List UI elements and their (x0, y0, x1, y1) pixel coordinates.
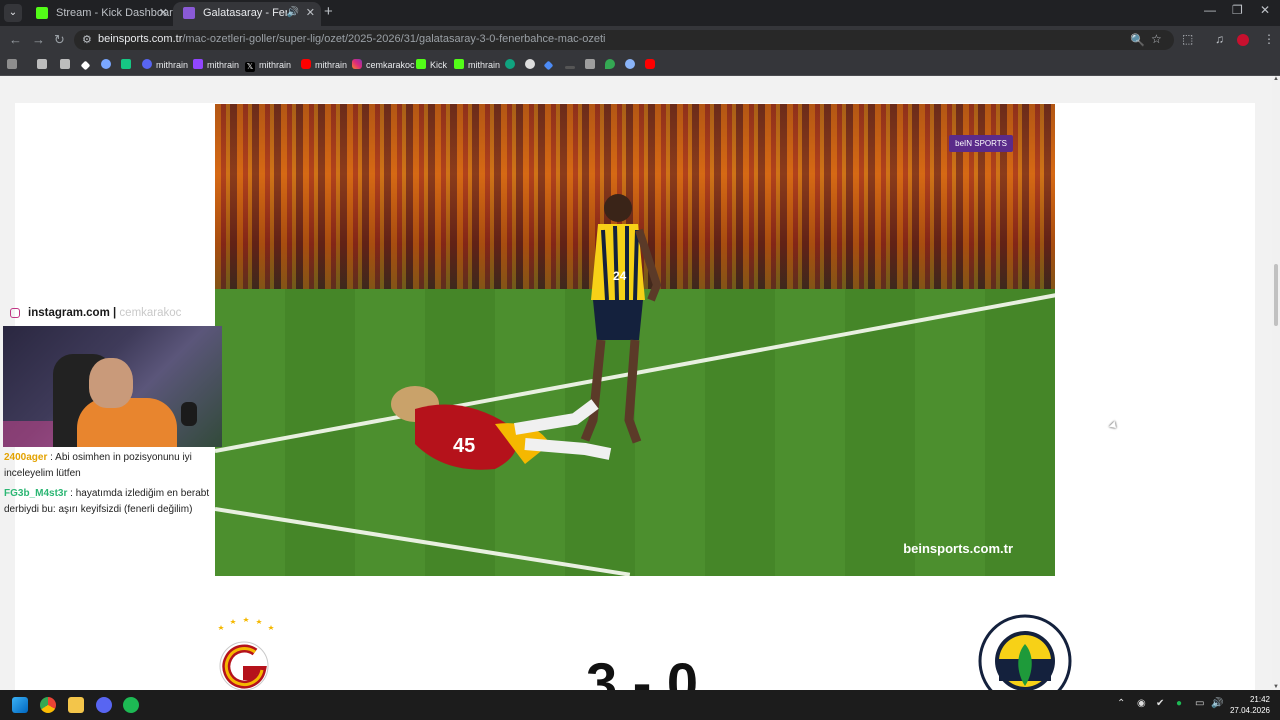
streamer-body (77, 398, 177, 447)
square-icon[interactable] (121, 57, 135, 73)
close-tab-icon[interactable]: ✕ (159, 2, 168, 24)
tab-search-icon[interactable]: ⌄ (4, 4, 22, 22)
address-bar[interactable]: ⚙ beinsports.com.tr/mac-ozetleri-goller/… (74, 30, 1174, 50)
network-icon[interactable]: ▭ (1195, 698, 1204, 709)
kick-icon (454, 59, 464, 69)
video-player[interactable]: 24 45 beIN SPORTS beinsports.com.tr (215, 104, 1055, 576)
bein-sports-logo: beIN SPORTS (949, 135, 1013, 152)
page-scrollbar[interactable]: ▲ ▼ (1272, 76, 1280, 690)
youtube-icon[interactable] (645, 57, 659, 73)
bein-favicon-icon (183, 7, 195, 19)
bookmark-discord-mithrain[interactable]: mithrain (142, 57, 188, 73)
tab-kick-dashboard[interactable]: Stream - Kick Dashboard ✕ (26, 2, 174, 26)
twitch-icon (193, 59, 203, 69)
folder-icon[interactable] (37, 57, 51, 73)
circle-icon[interactable] (525, 57, 539, 73)
maps-icon[interactable] (605, 57, 619, 73)
forward-arrow-icon[interactable]: → (32, 32, 45, 47)
audio-icon[interactable]: 🔊 (287, 2, 299, 24)
close-tab-icon[interactable]: ✕ (306, 2, 315, 24)
maximize-button[interactable]: ❐ (1232, 3, 1243, 17)
player-galatasaray-45: 45 (391, 386, 612, 470)
new-tab-button[interactable]: + (324, 3, 333, 20)
instagram-handle: cemkarakoc (119, 307, 182, 319)
chat-username: FG3b_M4st3r (4, 488, 68, 499)
url-path: /mac-ozetleri-goller/super-lig/ozet/2025… (182, 33, 606, 45)
file-explorer-icon[interactable] (68, 697, 84, 713)
webcam-overlay (3, 326, 222, 447)
instagram-icon (10, 308, 20, 318)
instagram-overlay: instagram.com | cemkarakoc (0, 302, 210, 324)
tab-title: Stream - Kick Dashboard (56, 7, 174, 19)
volume-icon[interactable]: 🔊 (1211, 698, 1223, 709)
svg-text:24: 24 (613, 269, 627, 283)
media-control-icon[interactable]: ♫ (1215, 32, 1224, 46)
galatasaray-logo (218, 617, 274, 690)
microphone (181, 402, 197, 426)
bookmark-kick[interactable]: Kick (416, 57, 447, 73)
tab-strip: ⌄ Stream - Kick Dashboard ✕ Galatasaray … (0, 0, 1280, 26)
back-arrow-icon[interactable]: ← (9, 32, 22, 47)
tray-check-icon[interactable]: ✔ (1156, 698, 1164, 709)
kick-icon (416, 59, 426, 69)
tab-title: Galatasaray - Fenerbahçe M... (203, 7, 287, 19)
tray-discord-icon[interactable]: ◉ (1137, 698, 1146, 709)
chat-message: 2400ager : Abi osimhen in pozisyonunu iy… (4, 450, 216, 482)
site-info-icon[interactable]: ⚙ (82, 33, 92, 46)
diamond-icon[interactable] (80, 57, 93, 73)
chrome-icon[interactable] (40, 697, 56, 713)
scroll-up-icon[interactable]: ▲ (1273, 76, 1279, 82)
folder-icon[interactable] (60, 57, 74, 73)
menu-icon[interactable]: ⋮ (1263, 32, 1275, 46)
url-text[interactable]: beinsports.com.tr/mac-ozetleri-goller/su… (98, 33, 605, 45)
profile-avatar-icon[interactable] (1237, 34, 1249, 46)
chat-overlay: 2400ager : Abi osimhen in pozisyonunu iy… (4, 450, 216, 522)
tray-spotify-icon[interactable]: ● (1176, 698, 1182, 709)
windows-start-icon[interactable] (12, 697, 28, 713)
clock-date: 27.04.2026 (1229, 706, 1270, 715)
bookmark-star-icon[interactable]: ☆ (1151, 32, 1162, 46)
url-host: beinsports.com.tr (98, 33, 183, 45)
bookmark-twitch-mithrain[interactable]: mithrain (193, 57, 239, 73)
bookmarks-bar: mithrain mithrain 𝕏mithrain mithrain cem… (0, 54, 1280, 76)
kick-icon (36, 7, 48, 19)
chat-username: 2400ager (4, 452, 48, 463)
sparkle-icon[interactable] (543, 57, 556, 73)
chat-message: FG3b_M4st3r : hayatımda izlediğim en ber… (4, 486, 216, 518)
taskbar-clock[interactable]: 21:42 27.04.2026 (1228, 694, 1270, 716)
extensions-icon[interactable]: ⬚ (1182, 32, 1193, 46)
browser-toolbar: ← → ↻ ⚙ beinsports.com.tr/mac-ozetleri-g… (0, 26, 1280, 54)
bookmark-x-mithrain[interactable]: 𝕏mithrain (245, 57, 291, 73)
minimize-button[interactable]: — (1204, 3, 1216, 17)
page-icon[interactable] (585, 57, 599, 73)
windows-taskbar: ⌃ ◉ ✔ ● ▭ 🔊 21:42 27.04.2026 (0, 690, 1280, 720)
dash-icon[interactable] (565, 57, 579, 73)
bookmark-instagram-cemkarakoc[interactable]: cemkarakoc (352, 57, 415, 73)
youtube-icon (301, 59, 311, 69)
scrollbar-thumb[interactable] (1274, 264, 1278, 326)
close-window-button[interactable]: ✕ (1260, 3, 1270, 17)
chatgpt-icon[interactable] (505, 57, 519, 73)
video-watermark: beinsports.com.tr (903, 541, 1013, 556)
signal-icon[interactable] (625, 57, 639, 73)
discord-icon (142, 59, 152, 69)
instagram-prefix: instagram.com | (28, 307, 117, 319)
reload-icon[interactable]: ↻ (54, 32, 65, 48)
bookmark-youtube-mithrain[interactable]: mithrain (301, 57, 347, 73)
svg-text:45: 45 (453, 435, 475, 457)
bookmark-kick-mithrain[interactable]: mithrain (454, 57, 500, 73)
zoom-icon[interactable]: 🔍 (1130, 33, 1145, 47)
apps-icon[interactable] (7, 57, 21, 73)
discord-icon[interactable] (96, 697, 112, 713)
x-icon: 𝕏 (245, 62, 255, 72)
tab-galatasaray-fenerbahce[interactable]: Galatasaray - Fenerbahçe M... 🔊 ✕ (173, 2, 321, 26)
tray-chevron-icon[interactable]: ⌃ (1117, 698, 1125, 709)
instagram-icon (352, 59, 362, 69)
streamer-face (89, 358, 133, 408)
clock-time: 21:42 (1249, 695, 1270, 704)
spotify-icon[interactable] (123, 697, 139, 713)
swirl-icon[interactable] (101, 57, 115, 73)
